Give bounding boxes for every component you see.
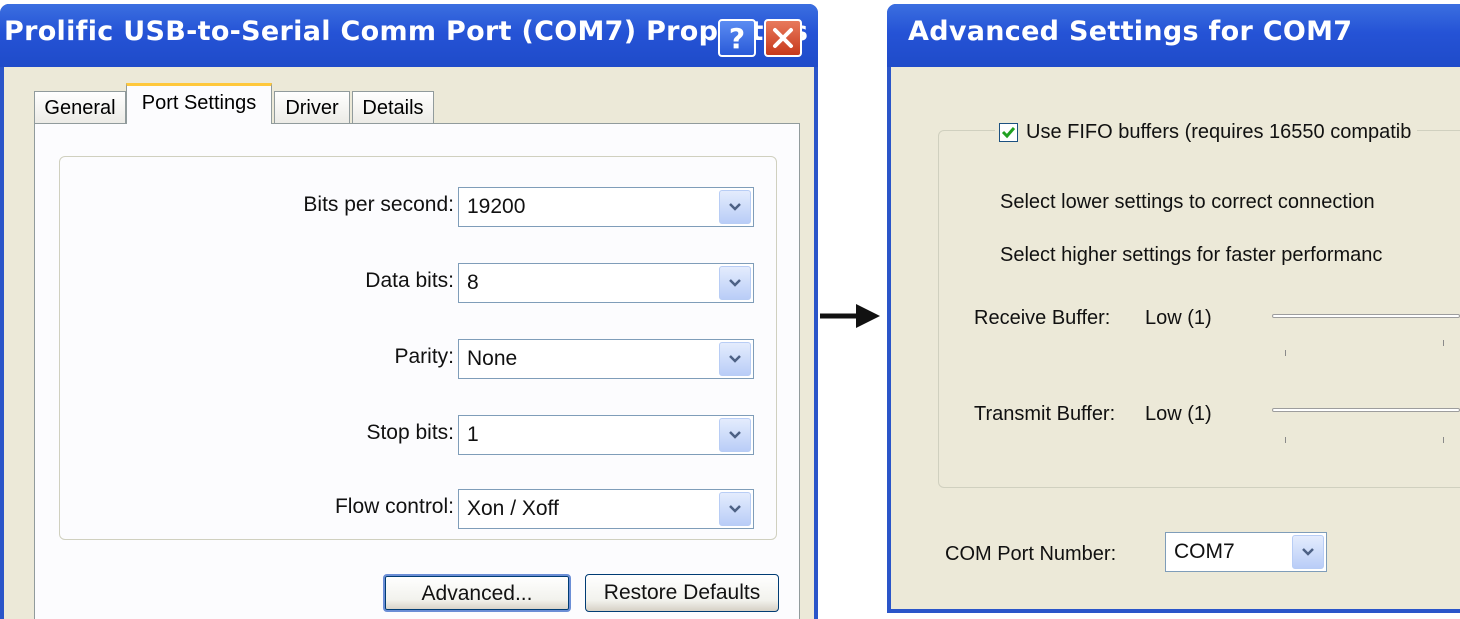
- transmit-buffer-value: Low (1): [1145, 403, 1212, 425]
- title-bar[interactable]: Advanced Settings for COM7: [887, 4, 1460, 67]
- bits-per-second-label: Bits per second:: [303, 193, 454, 216]
- data-bits-label: Data bits:: [365, 269, 454, 292]
- com-port-number-value: COM7: [1174, 540, 1235, 563]
- hint-higher-text: Select higher settings for faster perfor…: [1000, 244, 1383, 266]
- tab-port-settings[interactable]: Port Settings: [126, 83, 272, 124]
- fifo-label: Use FIFO buffers (requires 16550 compati…: [1026, 121, 1412, 143]
- slider-tick: [1285, 437, 1286, 443]
- com-port-number-select[interactable]: COM7: [1165, 532, 1327, 572]
- slider-tick: [1285, 350, 1286, 356]
- chevron-down-icon[interactable]: [719, 492, 751, 526]
- checkmark-icon: [1001, 127, 1016, 139]
- chevron-down-icon[interactable]: [719, 342, 751, 376]
- chevron-down-icon[interactable]: [1292, 535, 1324, 569]
- dialog-title: Advanced Settings for COM7: [908, 16, 1353, 47]
- parity-label: Parity:: [394, 345, 454, 368]
- data-bits-value: 8: [467, 271, 479, 294]
- receive-buffer-slider[interactable]: [1272, 314, 1460, 318]
- fifo-checkbox[interactable]: [999, 123, 1018, 142]
- close-button[interactable]: [764, 19, 802, 57]
- stop-bits-value: 1: [467, 423, 479, 446]
- data-bits-select[interactable]: 8: [458, 263, 754, 303]
- parity-value: None: [467, 347, 518, 370]
- help-button[interactable]: ?: [718, 19, 756, 57]
- dialog-body: Use FIFO buffers (requires 16550 compati…: [891, 67, 1460, 609]
- receive-buffer-value: Low (1): [1145, 307, 1212, 329]
- port-properties-dialog: Prolific USB-to-Serial Comm Port (COM7) …: [0, 4, 818, 619]
- title-bar[interactable]: Prolific USB-to-Serial Comm Port (COM7) …: [0, 4, 818, 67]
- dialog-title: Prolific USB-to-Serial Comm Port (COM7) …: [4, 16, 809, 47]
- transmit-buffer-label: Transmit Buffer:: [974, 403, 1116, 425]
- chevron-down-icon[interactable]: [719, 418, 751, 452]
- receive-buffer-label: Receive Buffer:: [974, 307, 1111, 329]
- tab-details[interactable]: Details: [352, 91, 434, 123]
- com-port-number-label: COM Port Number:: [945, 543, 1117, 565]
- transmit-buffer-slider[interactable]: [1272, 408, 1460, 412]
- stop-bits-label: Stop bits:: [366, 421, 454, 444]
- settings-group: Bits per second: 19200 Data bits: 8 Pari…: [59, 156, 777, 540]
- slider-tick: [1443, 340, 1444, 346]
- hint-lower-text: Select lower settings to correct connect…: [1000, 191, 1375, 213]
- close-icon: [773, 28, 793, 48]
- chevron-down-icon[interactable]: [719, 266, 751, 300]
- bits-per-second-value: 19200: [467, 195, 526, 218]
- advanced-settings-dialog: Advanced Settings for COM7 Use FIFO buff…: [887, 4, 1460, 613]
- question-icon: ?: [728, 21, 746, 55]
- advanced-button[interactable]: Advanced...: [383, 574, 571, 612]
- flow-control-select[interactable]: Xon / Xoff: [458, 489, 754, 529]
- fifo-checkbox-row[interactable]: Use FIFO buffers (requires 16550 compati…: [995, 121, 1418, 144]
- parity-select[interactable]: None: [458, 339, 754, 379]
- bits-per-second-select[interactable]: 19200: [458, 187, 754, 227]
- slider-tick: [1443, 437, 1444, 443]
- flow-control-label: Flow control:: [334, 495, 454, 518]
- port-settings-page: Bits per second: 19200 Data bits: 8 Pari…: [34, 123, 800, 619]
- tab-driver[interactable]: Driver: [274, 91, 350, 123]
- stop-bits-select[interactable]: 1: [458, 415, 754, 455]
- chevron-down-icon[interactable]: [719, 190, 751, 224]
- restore-defaults-button[interactable]: Restore Defaults: [585, 574, 779, 612]
- tab-general[interactable]: General: [34, 91, 126, 123]
- flow-control-value: Xon / Xoff: [467, 497, 559, 520]
- dialog-body: General Port Settings Driver Details Bit…: [4, 67, 814, 619]
- arrow-right-icon: [820, 304, 880, 328]
